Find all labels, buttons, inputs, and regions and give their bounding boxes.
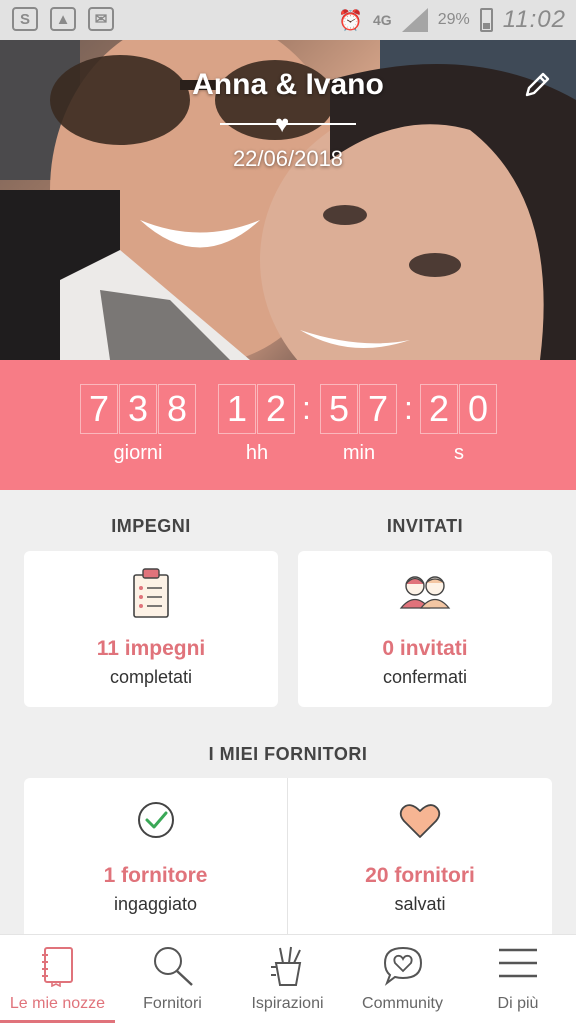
countdown-digit: 8 — [158, 384, 196, 434]
battery-icon — [479, 8, 493, 32]
menu-icon — [499, 948, 537, 978]
couple-cover-photo[interactable]: Anna & Ivano ♥ 22/06/2018 — [0, 40, 576, 360]
invitati-heading: INVITATI — [386, 516, 464, 536]
heart-icon — [399, 804, 441, 838]
hired-vendors-panel[interactable]: 1 fornitore ingaggiato — [24, 778, 287, 934]
nav-fornitori[interactable]: Fornitori — [115, 935, 230, 1024]
nav-di-piu[interactable]: Di più — [460, 935, 576, 1024]
nav-label: Di più — [497, 995, 539, 1012]
image-notification-icon: ▲ — [50, 7, 76, 31]
money-notification-icon: S — [12, 7, 38, 31]
saved-vendors-count: 20 fornitori — [365, 864, 475, 887]
countdown-separator: : — [404, 390, 413, 426]
fornitori-heading: I MIEI FORNITORI — [208, 744, 368, 764]
nav-label: Le mie nozze — [9, 995, 106, 1012]
network-type: 4G — [373, 12, 392, 28]
invitati-card[interactable]: 0 invitati confermati — [298, 551, 552, 707]
search-icon — [153, 947, 193, 986]
impegni-count: 11 impegni — [96, 637, 206, 660]
countdown-digit: 0 — [459, 384, 497, 434]
countdown-digit: 7 — [359, 384, 397, 434]
impegni-heading: IMPEGNI — [111, 516, 191, 536]
impegni-status: completati — [109, 667, 193, 687]
pencil-cup-icon — [270, 946, 301, 986]
seconds-label: s — [454, 442, 464, 464]
countdown-digit: 1 — [218, 384, 256, 434]
countdown-separator: : — [302, 390, 311, 426]
hired-vendors-status: ingaggiato — [113, 894, 198, 914]
nav-label: Fornitori — [143, 995, 202, 1012]
saved-vendors-status: salvati — [394, 894, 446, 914]
clock: 11:02 — [502, 6, 566, 33]
nav-le-mie-nozze[interactable]: Le mie nozze — [0, 935, 115, 1024]
countdown-digit: 3 — [119, 384, 157, 434]
fornitori-card: 1 fornitore ingaggiato 20 fornitori salv… — [24, 778, 552, 934]
days-label: giorni — [113, 442, 163, 464]
countdown-digit: 2 — [257, 384, 295, 434]
minutes-label: min — [342, 442, 376, 464]
invitati-status: confermati — [382, 667, 468, 687]
bottom-navigation: Le mie nozze Fornitori Ispirazioni Commu… — [0, 934, 576, 1024]
guests-icon — [399, 576, 451, 609]
active-tab-indicator — [0, 1020, 115, 1023]
saved-vendors-panel[interactable]: 20 fornitori salvati — [288, 778, 552, 934]
countdown-hours: 1 2 — [218, 384, 296, 434]
wedding-countdown: 7 3 8 1 2 : 5 7 : 2 0 giorni hh min s — [0, 360, 576, 490]
impegni-card[interactable]: 11 impegni completati — [24, 551, 278, 707]
system-icons: ⏰ 4G 29% 11:02 — [338, 6, 566, 34]
countdown-digit: 7 — [80, 384, 118, 434]
hired-vendors-count: 1 fornitore — [103, 864, 208, 887]
notification-icons: S ▲ ✉ — [12, 7, 114, 31]
heart-chat-icon — [383, 946, 422, 986]
mail-notification-icon: ✉ — [88, 7, 114, 31]
hours-label: hh — [245, 442, 269, 464]
countdown-digit: 5 — [320, 384, 358, 434]
countdown-days: 7 3 8 — [80, 384, 197, 434]
check-circle-icon — [137, 802, 174, 838]
nav-ispirazioni[interactable]: Ispirazioni — [230, 935, 345, 1024]
alarm-icon: ⏰ — [338, 9, 363, 32]
checklist-clipboard-icon — [133, 568, 169, 618]
nav-community[interactable]: Community — [345, 935, 460, 1024]
nav-label: Ispirazioni — [251, 995, 324, 1012]
countdown-minutes: 5 7 — [320, 384, 398, 434]
battery-level: 29% — [437, 11, 470, 28]
edit-pencil-icon[interactable] — [522, 70, 552, 100]
countdown-seconds: 2 0 — [420, 384, 498, 434]
couple-names: Anna & Ivano — [192, 68, 384, 101]
invitati-count: 0 invitati — [382, 637, 468, 660]
nav-label: Community — [362, 995, 443, 1012]
notebook-icon — [41, 947, 73, 987]
signal-icon — [401, 8, 428, 32]
status-bar: S ▲ ✉ ⏰ 4G 29% 11:02 — [0, 0, 576, 40]
countdown-digit: 2 — [420, 384, 458, 434]
heart-icon: ♥ — [275, 111, 290, 138]
wedding-date: 22/06/2018 — [232, 146, 344, 171]
